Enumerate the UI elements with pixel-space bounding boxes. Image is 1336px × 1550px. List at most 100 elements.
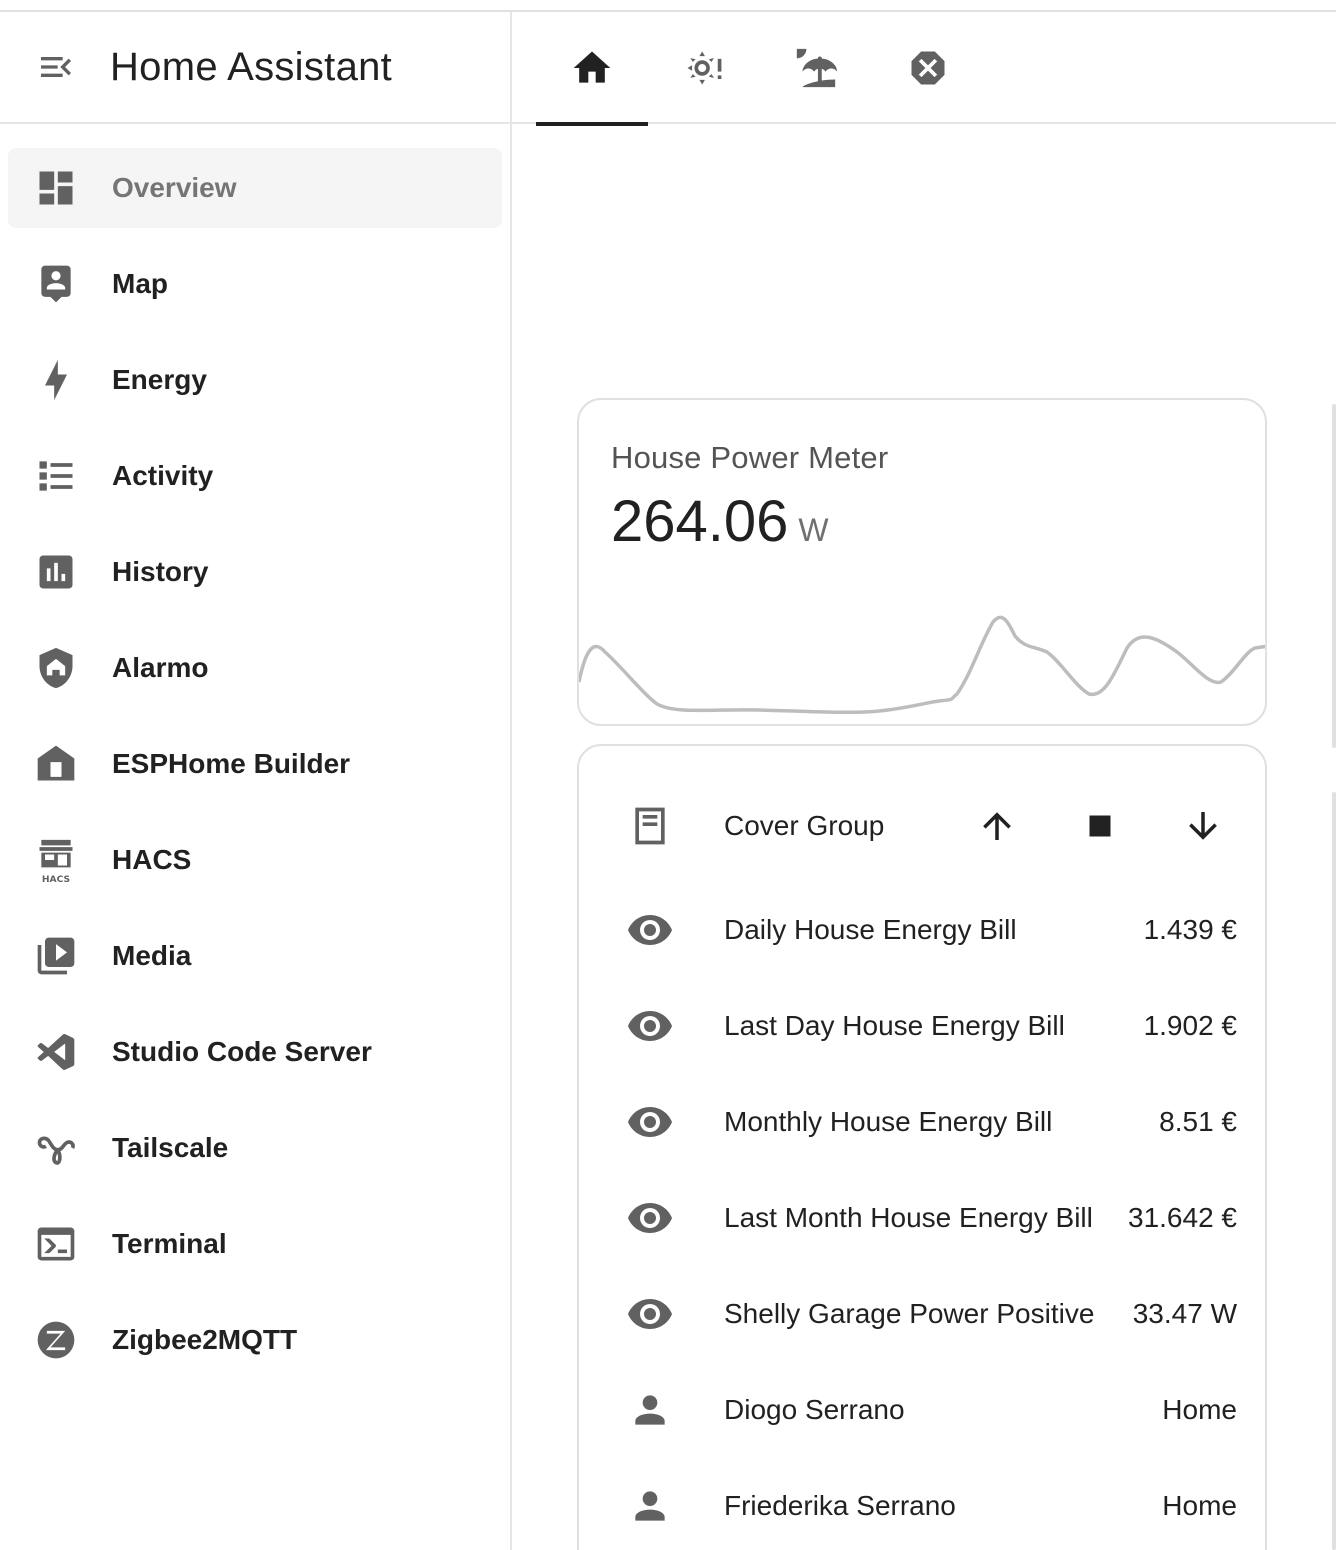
sidebar-item-label: Energy	[112, 364, 207, 395]
beach-icon	[796, 48, 838, 88]
sidebar-item-hacs[interactable]: HACS HACS	[8, 820, 502, 900]
entity-name: Last Day House Energy Bill	[724, 1010, 1065, 1041]
sidebar-item-history[interactable]: History	[8, 532, 502, 612]
app-title: Home Assistant	[110, 44, 393, 89]
sidebar-item-energy[interactable]: Energy	[8, 340, 502, 420]
view-tabs-bar	[512, 12, 1336, 126]
sensor-value: 264.06 W	[611, 488, 829, 555]
top-border	[0, 0, 1336, 12]
cover-group-name: Cover Group	[724, 810, 885, 841]
sidebar-item-label: HACS	[112, 844, 192, 875]
menu-open-icon	[41, 57, 71, 77]
menu-collapse-button[interactable]	[28, 39, 84, 95]
entities-card: Cover Group Daily House Energy Bill 1.43…	[577, 744, 1267, 1550]
tailscale-icon	[32, 1124, 80, 1172]
sidebar-item-alarmo[interactable]: Alarmo	[8, 628, 502, 708]
sensor-value-number: 264.06	[611, 489, 789, 554]
sidebar-item-studio-code-server[interactable]: Studio Code Server	[8, 1012, 502, 1092]
sidebar-item-activity[interactable]: Activity	[8, 436, 502, 516]
zigbee-icon	[32, 1316, 80, 1364]
entity-row[interactable]: Diogo Serrano Home	[579, 1362, 1269, 1458]
entity-row[interactable]: Daily House Energy Bill 1.439 €	[579, 882, 1269, 978]
cover-group-row[interactable]: Cover Group	[579, 778, 1269, 874]
tab-weather-alert[interactable]	[648, 12, 760, 124]
tab-beach[interactable]	[760, 12, 872, 124]
sidebar-item-label: Studio Code Server	[112, 1036, 372, 1067]
entity-state: 8.51 €	[1159, 1106, 1237, 1137]
cover-stop-button[interactable]	[1072, 798, 1128, 854]
esphome-icon	[32, 740, 80, 788]
entity-name: Daily House Energy Bill	[724, 914, 1017, 945]
entity-row[interactable]: Shelly Garage Power Positive 33.47 W	[579, 1266, 1269, 1362]
entity-name: Diogo Serrano	[724, 1394, 905, 1425]
next-card-edge	[1332, 404, 1336, 748]
eye-icon	[625, 1097, 675, 1147]
eye-icon	[625, 905, 675, 955]
sidebar-item-label: Terminal	[112, 1228, 227, 1259]
sidebar: Home Assistant Overview Map Energy Activ…	[0, 12, 512, 1550]
window-shutter-icon	[625, 801, 675, 851]
cover-open-button[interactable]	[969, 798, 1025, 854]
sidebar-item-label: Map	[112, 268, 168, 299]
cover-close-button[interactable]	[1175, 798, 1231, 854]
entity-name: Monthly House Energy Bill	[724, 1106, 1053, 1137]
next-card-edge	[1332, 792, 1336, 1550]
format-list-bulleted-icon	[32, 452, 80, 500]
sidebar-item-terminal[interactable]: Terminal	[8, 1204, 502, 1284]
sensor-name: House Power Meter	[611, 440, 889, 475]
sidebar-item-tailscale[interactable]: Tailscale	[8, 1108, 502, 1188]
sidebar-item-label: History	[112, 556, 209, 587]
entity-state: 1.439 €	[1143, 914, 1237, 945]
shield-home-icon	[32, 644, 80, 692]
entity-state: 1.902 €	[1143, 1010, 1237, 1041]
play-box-multiple-icon	[32, 932, 80, 980]
entity-state: Home	[1162, 1490, 1237, 1521]
entity-state: 31.642 €	[1128, 1202, 1237, 1233]
vscode-icon	[32, 1028, 80, 1076]
sidebar-item-zigbee2mqtt[interactable]: Zigbee2MQTT	[8, 1300, 502, 1380]
entity-row[interactable]: Last Month House Energy Bill 31.642 €	[579, 1170, 1269, 1266]
stop-icon	[1089, 815, 1111, 837]
sidebar-item-label: Media	[112, 940, 192, 971]
entity-row[interactable]: Last Day House Energy Bill 1.902 €	[579, 978, 1269, 1074]
close-octagon-icon	[911, 51, 945, 85]
sidebar-item-media[interactable]: Media	[8, 916, 502, 996]
arrow-down-icon	[1189, 812, 1217, 840]
power-history-graph	[579, 615, 1265, 715]
sidebar-item-map[interactable]: Map	[8, 244, 502, 324]
sensor-unit: W	[798, 512, 829, 548]
entity-name: Friederika Serrano	[724, 1490, 956, 1521]
chart-box-icon	[32, 548, 80, 596]
eye-icon	[625, 1001, 675, 1051]
entity-state: 33.47 W	[1132, 1298, 1237, 1329]
svg-text:HACS: HACS	[42, 874, 70, 884]
lightning-bolt-icon	[32, 356, 80, 404]
sidebar-nav: Overview Map Energy Activity History Ala…	[0, 124, 510, 1380]
weather-alert-icon	[687, 51, 722, 85]
house-power-meter-card[interactable]: House Power Meter 264.06 W	[577, 398, 1267, 726]
entity-row[interactable]: Monthly House Energy Bill 8.51 €	[579, 1074, 1269, 1170]
entity-name: Shelly Garage Power Positive	[724, 1298, 1095, 1329]
view-dashboard-icon	[32, 164, 80, 212]
account-icon	[625, 1385, 675, 1435]
tab-close-octagon[interactable]	[872, 12, 984, 124]
entity-name: Last Month House Energy Bill	[724, 1202, 1093, 1233]
sidebar-header: Home Assistant	[0, 12, 510, 124]
console-icon	[32, 1220, 80, 1268]
eye-icon	[625, 1289, 675, 1339]
account-icon	[625, 1481, 675, 1531]
sidebar-item-overview[interactable]: Overview	[8, 148, 502, 228]
home-icon	[573, 51, 611, 83]
arrow-up-icon	[983, 812, 1011, 840]
tab-home[interactable]	[536, 12, 648, 126]
sidebar-item-esphome-builder[interactable]: ESPHome Builder	[8, 724, 502, 804]
map-person-icon	[32, 260, 80, 308]
eye-icon	[625, 1193, 675, 1243]
sidebar-item-label: Tailscale	[112, 1132, 229, 1163]
entity-row[interactable]: Friederika Serrano Home	[579, 1458, 1269, 1550]
sidebar-item-label: Alarmo	[112, 652, 209, 683]
sidebar-item-label: ESPHome Builder	[112, 748, 351, 779]
sidebar-item-label: Activity	[112, 460, 214, 491]
sidebar-item-label: Zigbee2MQTT	[112, 1324, 298, 1355]
sidebar-item-label: Overview	[112, 172, 237, 203]
